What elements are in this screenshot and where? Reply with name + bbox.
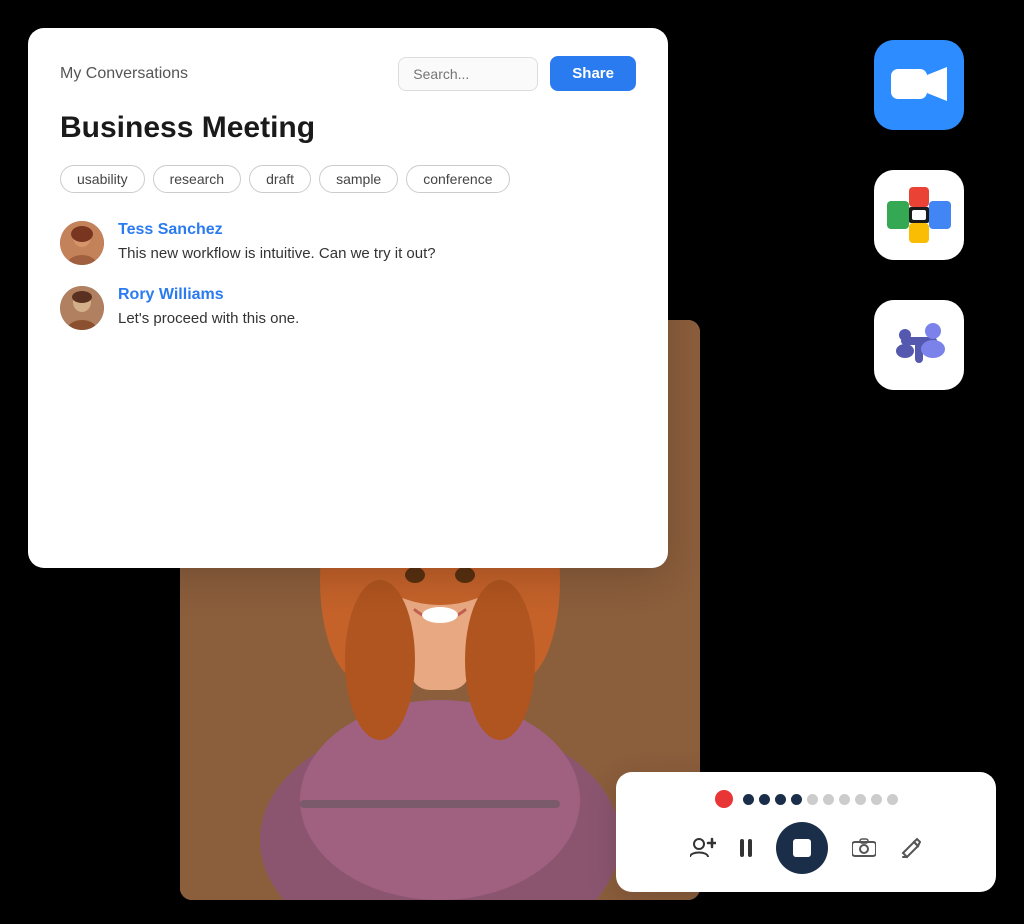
recording-top-row [640, 790, 972, 808]
progress-dot-2 [759, 794, 770, 805]
search-input[interactable] [398, 57, 538, 91]
teams-svg [883, 309, 955, 381]
tag-usability[interactable]: usability [60, 165, 145, 193]
progress-dot-8 [855, 794, 866, 805]
progress-dot-3 [775, 794, 786, 805]
message-content-rory: Rory Williams Let's proceed with this on… [118, 286, 299, 331]
stop-button[interactable] [776, 822, 828, 874]
pause-bar-right [748, 839, 752, 857]
tag-research[interactable]: research [153, 165, 241, 193]
record-indicator [715, 790, 733, 808]
avatar-tess [60, 221, 104, 265]
camera-icon [852, 838, 876, 858]
my-conversations-label: My Conversations [60, 65, 188, 83]
progress-dot-4 [791, 794, 802, 805]
progress-dots [743, 794, 898, 805]
recording-controls-row [690, 822, 922, 874]
pause-bar-left [740, 839, 744, 857]
meeting-title: Business Meeting [60, 111, 636, 145]
author-rory: Rory Williams [118, 286, 299, 304]
app-icons-column [874, 40, 964, 390]
recording-card [616, 772, 996, 892]
progress-dot-9 [871, 794, 882, 805]
conversation-card: My Conversations Share Business Meeting … [28, 28, 668, 568]
tag-draft[interactable]: draft [249, 165, 311, 193]
pencil-icon [900, 837, 922, 859]
message-content-tess: Tess Sanchez This new workflow is intuit… [118, 221, 436, 266]
camera-button[interactable] [852, 838, 876, 858]
progress-dot-7 [839, 794, 850, 805]
header-right: Share [398, 56, 636, 91]
stop-icon [793, 839, 811, 857]
share-button[interactable]: Share [550, 56, 636, 91]
add-person-icon [690, 837, 716, 859]
zoom-camera-icon [891, 65, 947, 105]
message-item-rory: Rory Williams Let's proceed with this on… [60, 286, 636, 331]
tag-conference[interactable]: conference [406, 165, 509, 193]
message-text-rory: Let's proceed with this one. [118, 308, 299, 331]
avatar-rory [60, 286, 104, 330]
edit-button[interactable] [900, 837, 922, 859]
messages-section: Tess Sanchez This new workflow is intuit… [60, 221, 636, 330]
progress-dot-1 [743, 794, 754, 805]
add-person-button[interactable] [690, 837, 716, 859]
pause-icon [740, 839, 752, 857]
tags-row: usability research draft sample conferen… [60, 165, 636, 193]
tag-sample[interactable]: sample [319, 165, 398, 193]
progress-dot-10 [887, 794, 898, 805]
google-meet-svg [887, 187, 951, 243]
progress-dot-5 [807, 794, 818, 805]
pause-button[interactable] [740, 839, 752, 857]
progress-dot-6 [823, 794, 834, 805]
message-text-tess: This new workflow is intuitive. Can we t… [118, 243, 436, 266]
author-tess: Tess Sanchez [118, 221, 436, 239]
message-item-tess: Tess Sanchez This new workflow is intuit… [60, 221, 636, 266]
microsoft-teams-icon[interactable] [874, 300, 964, 390]
card-header: My Conversations Share [60, 56, 636, 91]
google-meet-icon[interactable] [874, 170, 964, 260]
zoom-icon[interactable] [874, 40, 964, 130]
